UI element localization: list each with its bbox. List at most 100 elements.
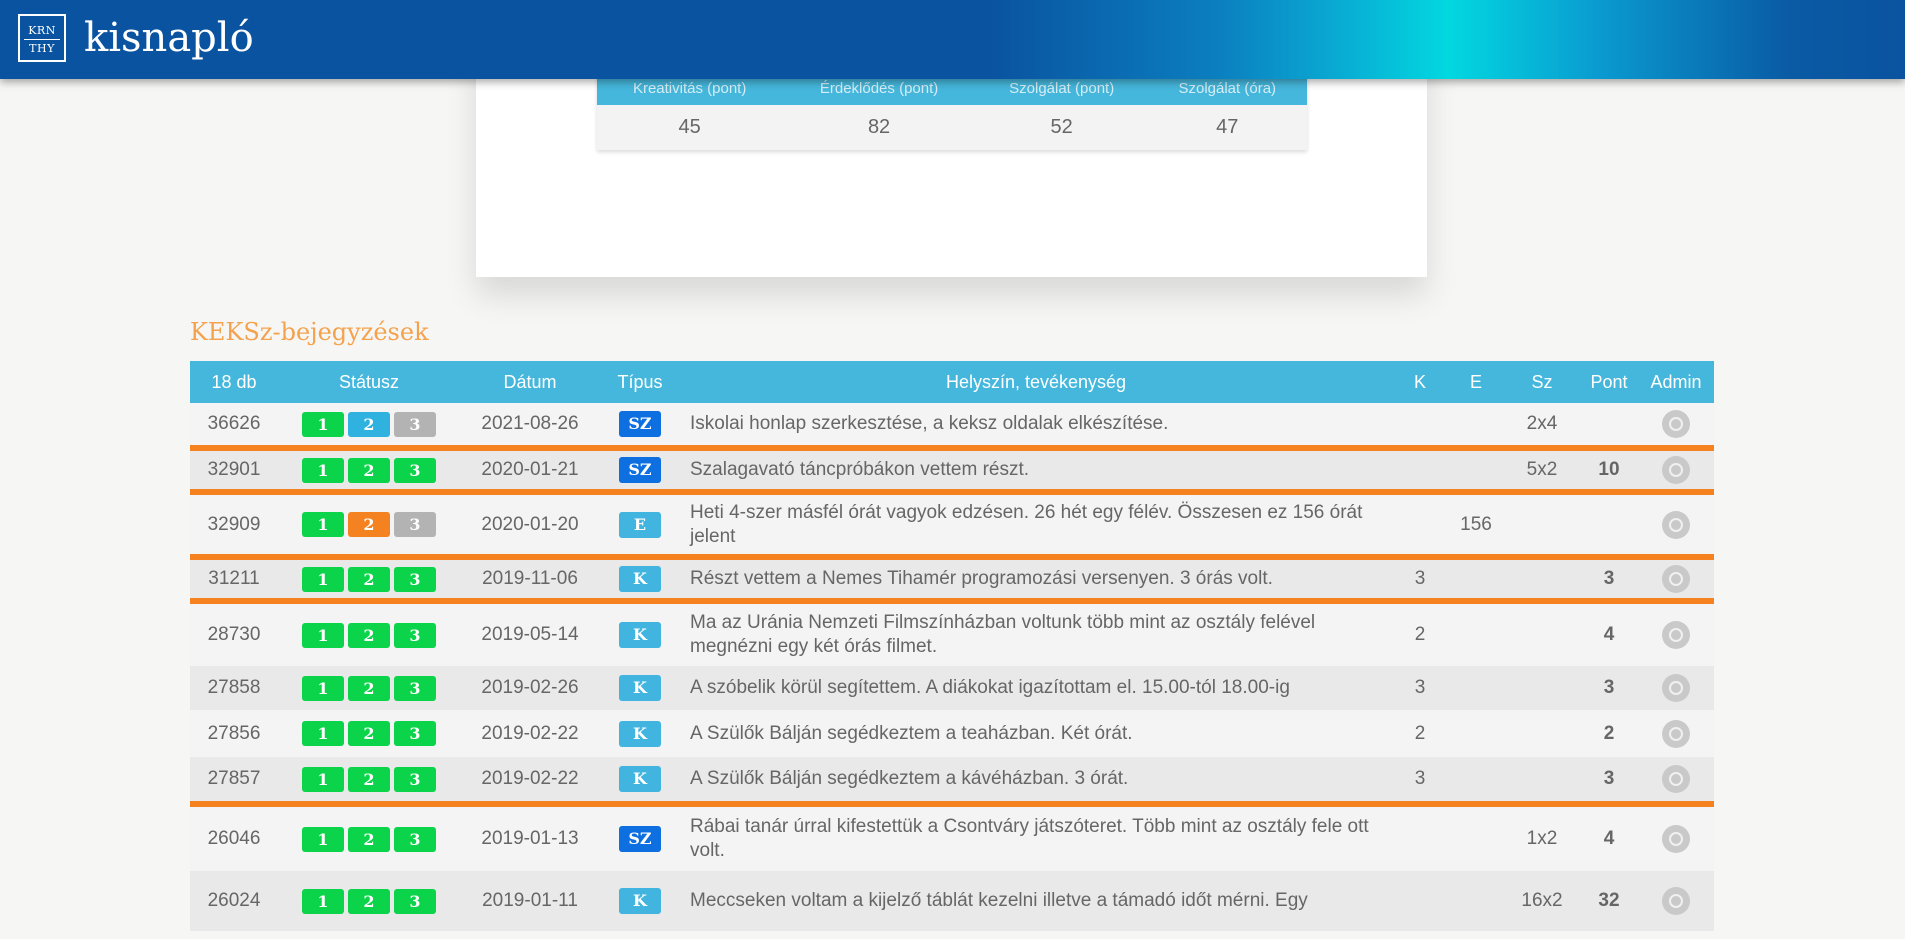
admin-search-icon[interactable]: [1662, 674, 1690, 702]
entry-pont: 3: [1603, 677, 1615, 698]
status-badge-2[interactable]: 2: [348, 457, 390, 483]
status-badge-1[interactable]: 1: [302, 675, 344, 701]
app-title[interactable]: kisnapló: [84, 14, 254, 62]
logo-text-top: KRN: [24, 24, 60, 40]
type-cell: SZ: [600, 801, 680, 871]
entry-k: 2: [1414, 722, 1426, 744]
status-badge-3[interactable]: 3: [394, 622, 436, 648]
status-badge-2[interactable]: 2: [348, 675, 390, 701]
status-badge-2[interactable]: 2: [348, 512, 390, 537]
entry-k: 3: [1392, 554, 1448, 601]
entry-description: Részt vettem a Nemes Tihamér programozás…: [680, 554, 1392, 601]
entry-sz: [1504, 598, 1580, 666]
header-status: Státusz: [278, 361, 460, 403]
table-row[interactable]: 31211 1 2 3 2019-11-06 K Részt vettem a Nemes …: [190, 554, 1714, 601]
table-row[interactable]: 26024 1 2 3 2019-01-11 K Meccseken voltam a ki…: [190, 871, 1714, 931]
entry-e: [1448, 666, 1504, 710]
table-row[interactable]: 32909 1 2 3 2020-01-20 E Heti 4-szer másfél ór…: [190, 489, 1714, 557]
status-badge-2[interactable]: 2: [348, 622, 390, 648]
status-badge-3[interactable]: 3: [394, 826, 436, 852]
type-badge: SZ: [619, 826, 661, 852]
entry-sz: 1x2: [1504, 801, 1580, 871]
status-badge-1[interactable]: 1: [302, 411, 344, 437]
status-badge-3[interactable]: 3: [394, 457, 436, 483]
status-badge-3[interactable]: 3: [394, 411, 436, 437]
status-badge-1[interactable]: 1: [302, 826, 344, 852]
entry-sz: 2x4: [1526, 413, 1558, 434]
entry-e: [1448, 554, 1504, 601]
type-cell: E: [600, 489, 680, 557]
admin-cell: [1638, 801, 1714, 871]
entry-pont: 3: [1603, 768, 1615, 789]
status-badge-2[interactable]: 2: [348, 826, 390, 852]
status-badge-3[interactable]: 3: [394, 721, 436, 746]
entry-description: Ma az Uránia Nemzeti Filmszínházban volt…: [680, 598, 1392, 666]
type-badge: K: [619, 888, 661, 914]
type-cell: K: [600, 554, 680, 601]
status-cell: 123: [278, 666, 460, 710]
entry-id: 27857: [207, 768, 261, 789]
table-row[interactable]: 27856 1 2 3 2019-02-22 K A Szülők Bálján segéd…: [190, 710, 1714, 757]
status-badge-1[interactable]: 1: [302, 766, 344, 792]
admin-search-icon[interactable]: [1662, 719, 1690, 748]
type-badge: K: [619, 720, 661, 747]
status-cell: 123: [278, 489, 460, 557]
admin-search-icon[interactable]: [1662, 621, 1690, 649]
admin-search-icon[interactable]: [1662, 887, 1690, 915]
status-badge-1[interactable]: 1: [302, 622, 344, 648]
school-logo[interactable]: KRN THY: [18, 14, 66, 62]
status-badge-3[interactable]: 3: [394, 766, 436, 792]
admin-search-icon[interactable]: [1662, 825, 1690, 853]
entry-description: A Szülők Bálján segédkeztem a teaházban.…: [690, 722, 1133, 744]
status-cell: 123: [278, 445, 460, 492]
entry-date: 2019-01-13: [460, 801, 600, 871]
status-cell: 123: [278, 403, 460, 448]
admin-search-icon[interactable]: [1662, 456, 1690, 484]
stats-value-szolgalat-ora: 47: [1147, 105, 1307, 150]
admin-cell: [1638, 489, 1714, 557]
status-badge-2[interactable]: 2: [348, 566, 390, 592]
table-row[interactable]: 26046 1 2 3 2019-01-13 SZ Rábai tanár úrral ki…: [190, 801, 1714, 871]
admin-search-icon[interactable]: [1662, 510, 1690, 539]
admin-search-icon[interactable]: [1662, 565, 1690, 593]
admin-search-icon[interactable]: [1662, 765, 1690, 793]
status-badge-1[interactable]: 1: [302, 512, 344, 537]
table-row[interactable]: 28730 1 2 3 2019-05-14 K Ma az Uránia Nemzeti …: [190, 598, 1714, 666]
status-badge-3[interactable]: 3: [394, 512, 436, 537]
status-badge-2[interactable]: 2: [348, 766, 390, 792]
entry-id: 26046: [190, 801, 278, 871]
status-cell: 123: [278, 598, 460, 666]
status-cell: 123: [278, 554, 460, 601]
entries-table: 18 db Státusz Dátum Típus Helyszín, tevé…: [190, 361, 1714, 931]
entry-e: [1448, 801, 1504, 871]
table-row[interactable]: 27858 1 2 3 2019-02-26 K A szóbelik körül segí…: [190, 666, 1714, 710]
status-badge-2[interactable]: 2: [348, 888, 390, 914]
header-description: Helyszín, tevékenység: [680, 361, 1392, 403]
entry-e: 156: [1448, 489, 1504, 557]
status-badge-3[interactable]: 3: [394, 675, 436, 701]
entry-date: 2019-02-22: [481, 722, 579, 744]
status-badge-3[interactable]: 3: [394, 566, 436, 592]
status-cell: 123: [278, 871, 460, 931]
status-badge-2[interactable]: 2: [348, 411, 390, 437]
table-row[interactable]: 27857 1 2 3 2019-02-22 K A Szülők Bálján segéd…: [190, 757, 1714, 804]
status-badge-1[interactable]: 1: [302, 457, 344, 483]
status-badge-1[interactable]: 1: [302, 566, 344, 592]
status-badge-1[interactable]: 1: [302, 888, 344, 914]
table-row[interactable]: 32901 1 2 3 2020-01-21 SZ Szalagavató táncprób…: [190, 445, 1714, 492]
status-badge-3[interactable]: 3: [394, 888, 436, 914]
entry-id: 28730: [190, 598, 278, 666]
type-badge: K: [619, 566, 661, 592]
header-date: Dátum: [460, 361, 600, 403]
entry-pont: [1580, 403, 1638, 448]
table-row[interactable]: 36626 1 2 3 2021-08-26 SZ Iskolai honlap szerk…: [190, 403, 1714, 448]
entry-id: 31211: [190, 554, 278, 601]
entry-description: Rábai tanár úrral kifestettük a Csontvár…: [680, 801, 1392, 871]
status-badge-2[interactable]: 2: [348, 721, 390, 746]
entry-id: 32909: [190, 489, 278, 557]
entry-sz: [1504, 710, 1580, 757]
entry-description: Heti 4-szer másfél órát vagyok edzésen. …: [680, 489, 1392, 557]
admin-search-icon[interactable]: [1662, 410, 1690, 438]
entry-k: [1392, 801, 1448, 871]
status-badge-1[interactable]: 1: [302, 721, 344, 746]
